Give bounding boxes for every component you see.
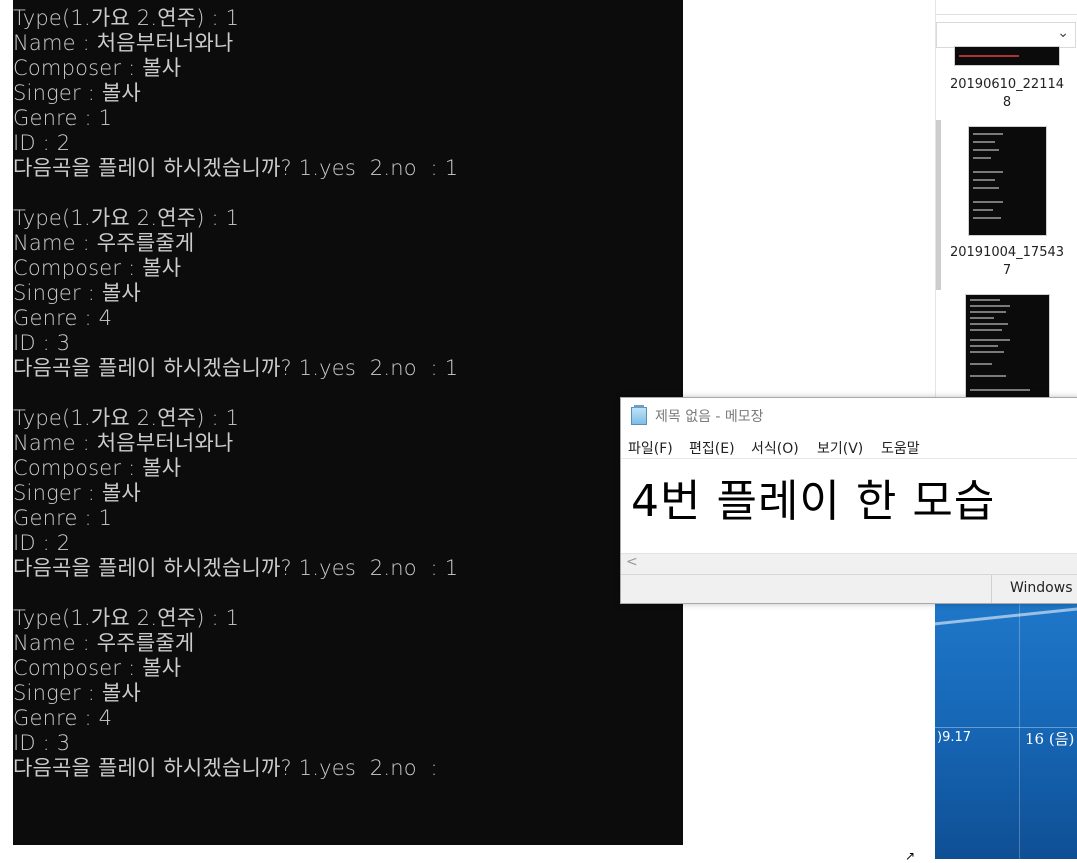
play-prompt-line: 다음곡을 플레이 하시겠습니까? 1.yes 2.no : 1 bbox=[13, 156, 459, 180]
genre-line: Genre : 4 bbox=[13, 306, 113, 330]
resize-cursor-icon: ↗ bbox=[905, 849, 916, 863]
file-thumbnail[interactable] bbox=[954, 46, 1060, 66]
type-line: Type(1.가요 2.연주) : 1 bbox=[13, 6, 240, 30]
calendar-date-label: )9.17 bbox=[937, 730, 972, 745]
composer-line: Composer : 볼사 bbox=[13, 656, 182, 680]
file-label[interactable]: 20190610_22114 8 bbox=[936, 76, 1077, 112]
singer-line: Singer : 볼사 bbox=[13, 281, 141, 305]
console-output: Type(1.가요 2.연주) : 1 Name : 처음부터너와나 Compo… bbox=[13, 0, 683, 781]
wallpaper-streak bbox=[935, 604, 1077, 627]
console-block: Type(1.가요 2.연주) : 1 Name : 처음부터너와나 Compo… bbox=[13, 6, 683, 206]
id-line: ID : 2 bbox=[13, 131, 71, 155]
text-editor[interactable]: 4번 플레이 한 모습 bbox=[621, 458, 1077, 553]
file-thumbnail[interactable] bbox=[965, 294, 1050, 402]
play-prompt-line: 다음곡을 플레이 하시겠습니까? 1.yes 2.no : 1 bbox=[13, 356, 459, 380]
menu-file[interactable]: 파일(F) bbox=[628, 438, 673, 458]
composer-line: Composer : 볼사 bbox=[13, 256, 182, 280]
file-label-line: 8 bbox=[1002, 95, 1012, 110]
id-line: ID : 2 bbox=[13, 531, 71, 555]
type-line: Type(1.가요 2.연주) : 1 bbox=[13, 606, 240, 630]
menu-format[interactable]: 서식(O) bbox=[751, 438, 799, 458]
console-block: Type(1.가요 2.연주) : 1 Name : 우주를줄게 Compose… bbox=[13, 206, 683, 406]
scroll-left-icon[interactable]: < bbox=[626, 554, 638, 570]
file-label-line: 7 bbox=[1002, 263, 1012, 278]
notepad-titlebar[interactable]: 제목 없음 - 메모장 bbox=[621, 398, 1077, 432]
file-label[interactable]: 20191004_17543 7 bbox=[936, 244, 1077, 280]
name-line: Name : 처음부터너와나 bbox=[13, 31, 234, 55]
name-line: Name : 우주를줄게 bbox=[13, 631, 195, 655]
notepad-icon bbox=[631, 405, 647, 425]
menu-help[interactable]: 도움말 bbox=[881, 438, 920, 458]
view-dropdown[interactable]: ⌄ bbox=[936, 22, 1076, 48]
genre-line: Genre : 1 bbox=[13, 106, 113, 130]
id-line: ID : 3 bbox=[13, 331, 71, 355]
file-thumbnail[interactable] bbox=[968, 126, 1047, 236]
calendar-gridline bbox=[1019, 600, 1020, 859]
notepad-window[interactable]: 제목 없음 - 메모장 파일(F) 편집(E) 서식(O) 보기(V) 도움말 … bbox=[620, 397, 1077, 604]
menu-view[interactable]: 보기(V) bbox=[817, 438, 863, 458]
chevron-down-icon: ⌄ bbox=[1057, 25, 1069, 41]
type-line: Type(1.가요 2.연주) : 1 bbox=[13, 406, 240, 430]
composer-line: Composer : 볼사 bbox=[13, 56, 182, 80]
name-line: Name : 처음부터너와나 bbox=[13, 431, 234, 455]
console-block: Type(1.가요 2.연주) : 1 Name : 우주를줄게 Compose… bbox=[13, 606, 683, 781]
play-prompt-line: 다음곡을 플레이 하시겠습니까? 1.yes 2.no : 1 bbox=[13, 556, 459, 580]
play-prompt-line: 다음곡을 플레이 하시겠습니까? 1.yes 2.no : bbox=[13, 756, 438, 780]
status-bar: Windows bbox=[621, 574, 1077, 603]
id-line: ID : 3 bbox=[13, 731, 71, 755]
singer-line: Singer : 볼사 bbox=[13, 681, 141, 705]
type-line: Type(1.가요 2.연주) : 1 bbox=[13, 206, 240, 230]
explorer-toolbar bbox=[936, 0, 1077, 15]
name-line: Name : 우주를줄게 bbox=[13, 231, 195, 255]
menu-edit[interactable]: 편집(E) bbox=[689, 438, 735, 458]
menu-bar: 파일(F) 편집(E) 서식(O) 보기(V) 도움말 bbox=[621, 436, 1077, 458]
genre-line: Genre : 4 bbox=[13, 706, 113, 730]
editor-content: 4번 플레이 한 모습 bbox=[631, 476, 996, 527]
singer-line: Singer : 볼사 bbox=[13, 481, 141, 505]
calendar-date-label: 16 (음) bbox=[1025, 730, 1075, 748]
file-label-line: 20191004_17543 bbox=[949, 245, 1065, 260]
desktop-wallpaper: )9.17 16 (음) bbox=[935, 600, 1077, 859]
window-title: 제목 없음 - 메모장 bbox=[655, 409, 764, 425]
genre-line: Genre : 1 bbox=[13, 506, 113, 530]
encoding-label: Windows bbox=[1010, 580, 1073, 596]
console-block: Type(1.가요 2.연주) : 1 Name : 처음부터너와나 Compo… bbox=[13, 406, 683, 606]
file-label-line: 20190610_22114 bbox=[949, 77, 1065, 92]
composer-line: Composer : 볼사 bbox=[13, 456, 182, 480]
status-separator bbox=[991, 575, 992, 603]
console-window[interactable]: Type(1.가요 2.연주) : 1 Name : 처음부터너와나 Compo… bbox=[13, 0, 683, 845]
singer-line: Singer : 볼사 bbox=[13, 81, 141, 105]
horizontal-scrollbar[interactable]: < bbox=[621, 553, 1077, 574]
